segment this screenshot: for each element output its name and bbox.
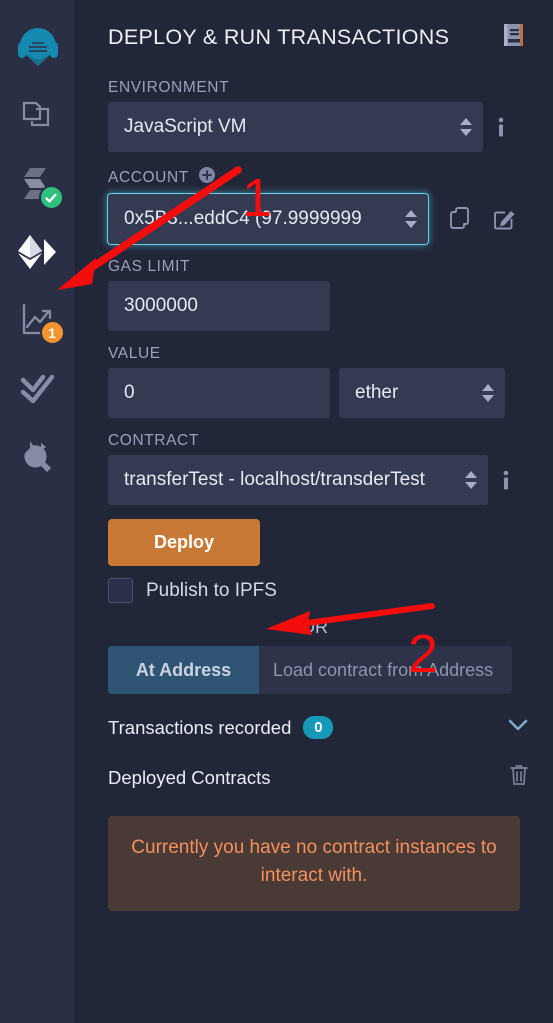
deploy-run-panel: DEPLOY & RUN TRANSACTIONS ENVIRONMENT Ja… [76,0,553,1023]
publish-ipfs-label: Publish to IPFS [146,579,277,601]
gas-limit-value: 3000000 [124,295,198,316]
remix-logo-icon [12,22,64,74]
chevron-down-icon[interactable] [507,718,529,737]
icon-rail: 1 [0,0,76,1023]
contract-value: transferTest - localhost/transderTest [124,469,425,490]
contract-label: CONTRACT [108,432,199,449]
chevron-updown-icon [405,210,417,228]
transactions-recorded-label: Transactions recorded [108,716,292,738]
sidebar-item-deploy-run[interactable] [7,218,69,286]
value-label: VALUE [108,345,161,362]
publish-ipfs-checkbox[interactable] [108,578,133,603]
sidebar-item-solidity-compiler[interactable] [7,150,69,218]
environment-value: JavaScript VM [124,116,247,137]
gas-limit-input[interactable]: 3000000 [108,281,330,331]
deploy-button[interactable]: Deploy [108,519,260,566]
contract-info-icon[interactable] [497,468,515,492]
no-contract-instances-alert: Currently you have no contract instances… [108,816,520,912]
file-explorer-icon [18,96,58,136]
account-label: ACCOUNT [108,166,535,189]
debugger-count-badge: 1 [39,320,65,345]
remix-ide-window: 1 DEPLOY & RUN TRANSACTIONS ENVIRONMENT … [0,0,553,1023]
trash-icon[interactable] [509,763,529,792]
contract-select[interactable]: transferTest - localhost/transderTest [108,455,488,505]
copy-icon[interactable] [449,206,473,232]
transactions-recorded-row[interactable]: Transactions recorded 0 [108,716,529,739]
or-separator: OR [301,617,328,637]
sidebar-item-solidity-analyzers[interactable] [7,354,69,422]
deployed-contracts-row: Deployed Contracts [108,763,529,792]
value-unit-select[interactable]: ether [339,368,505,418]
account-label-text: ACCOUNT [108,168,189,186]
account-select[interactable]: 0x5B3...eddC4 (97.9999999 [108,194,428,244]
sidebar-item-debugger[interactable]: 1 [7,286,69,354]
plug-icon [19,437,57,475]
chevron-updown-icon [460,118,472,136]
sidebar-item-plugin-manager[interactable] [7,422,69,490]
sidebar-item-file-explorers[interactable] [7,82,69,150]
plus-circle-icon[interactable] [198,166,216,189]
chevron-updown-icon [482,384,494,402]
edit-icon[interactable] [492,206,517,232]
panel-header: DEPLOY & RUN TRANSACTIONS [94,0,535,53]
compiler-success-badge [38,185,64,210]
at-address-row: At Address Load contract from Address [108,646,512,694]
value-amount: 0 [124,382,135,403]
value-unit-value: ether [355,382,399,403]
environment-select[interactable]: JavaScript VM [108,102,483,152]
account-value: 0x5B3...eddC4 (97.9999999 [124,208,362,229]
value-input[interactable]: 0 [108,368,330,418]
chevron-updown-icon [465,471,477,489]
environment-info-icon[interactable] [492,115,510,139]
deploy-run-icon [16,232,60,272]
gas-limit-label: GAS LIMIT [108,258,191,275]
transactions-count-badge: 0 [303,716,334,739]
publish-ipfs-row[interactable]: Publish to IPFS [108,578,535,603]
at-address-button[interactable]: At Address [108,646,259,694]
deployed-contracts-label: Deployed Contracts [108,766,271,788]
at-address-input[interactable]: Load contract from Address [259,646,512,694]
double-check-icon [18,368,58,408]
environment-label: ENVIRONMENT [108,79,230,96]
book-icon[interactable] [501,22,531,53]
page-title: DEPLOY & RUN TRANSACTIONS [108,25,450,49]
sidebar-item-remix-home[interactable] [7,14,69,82]
